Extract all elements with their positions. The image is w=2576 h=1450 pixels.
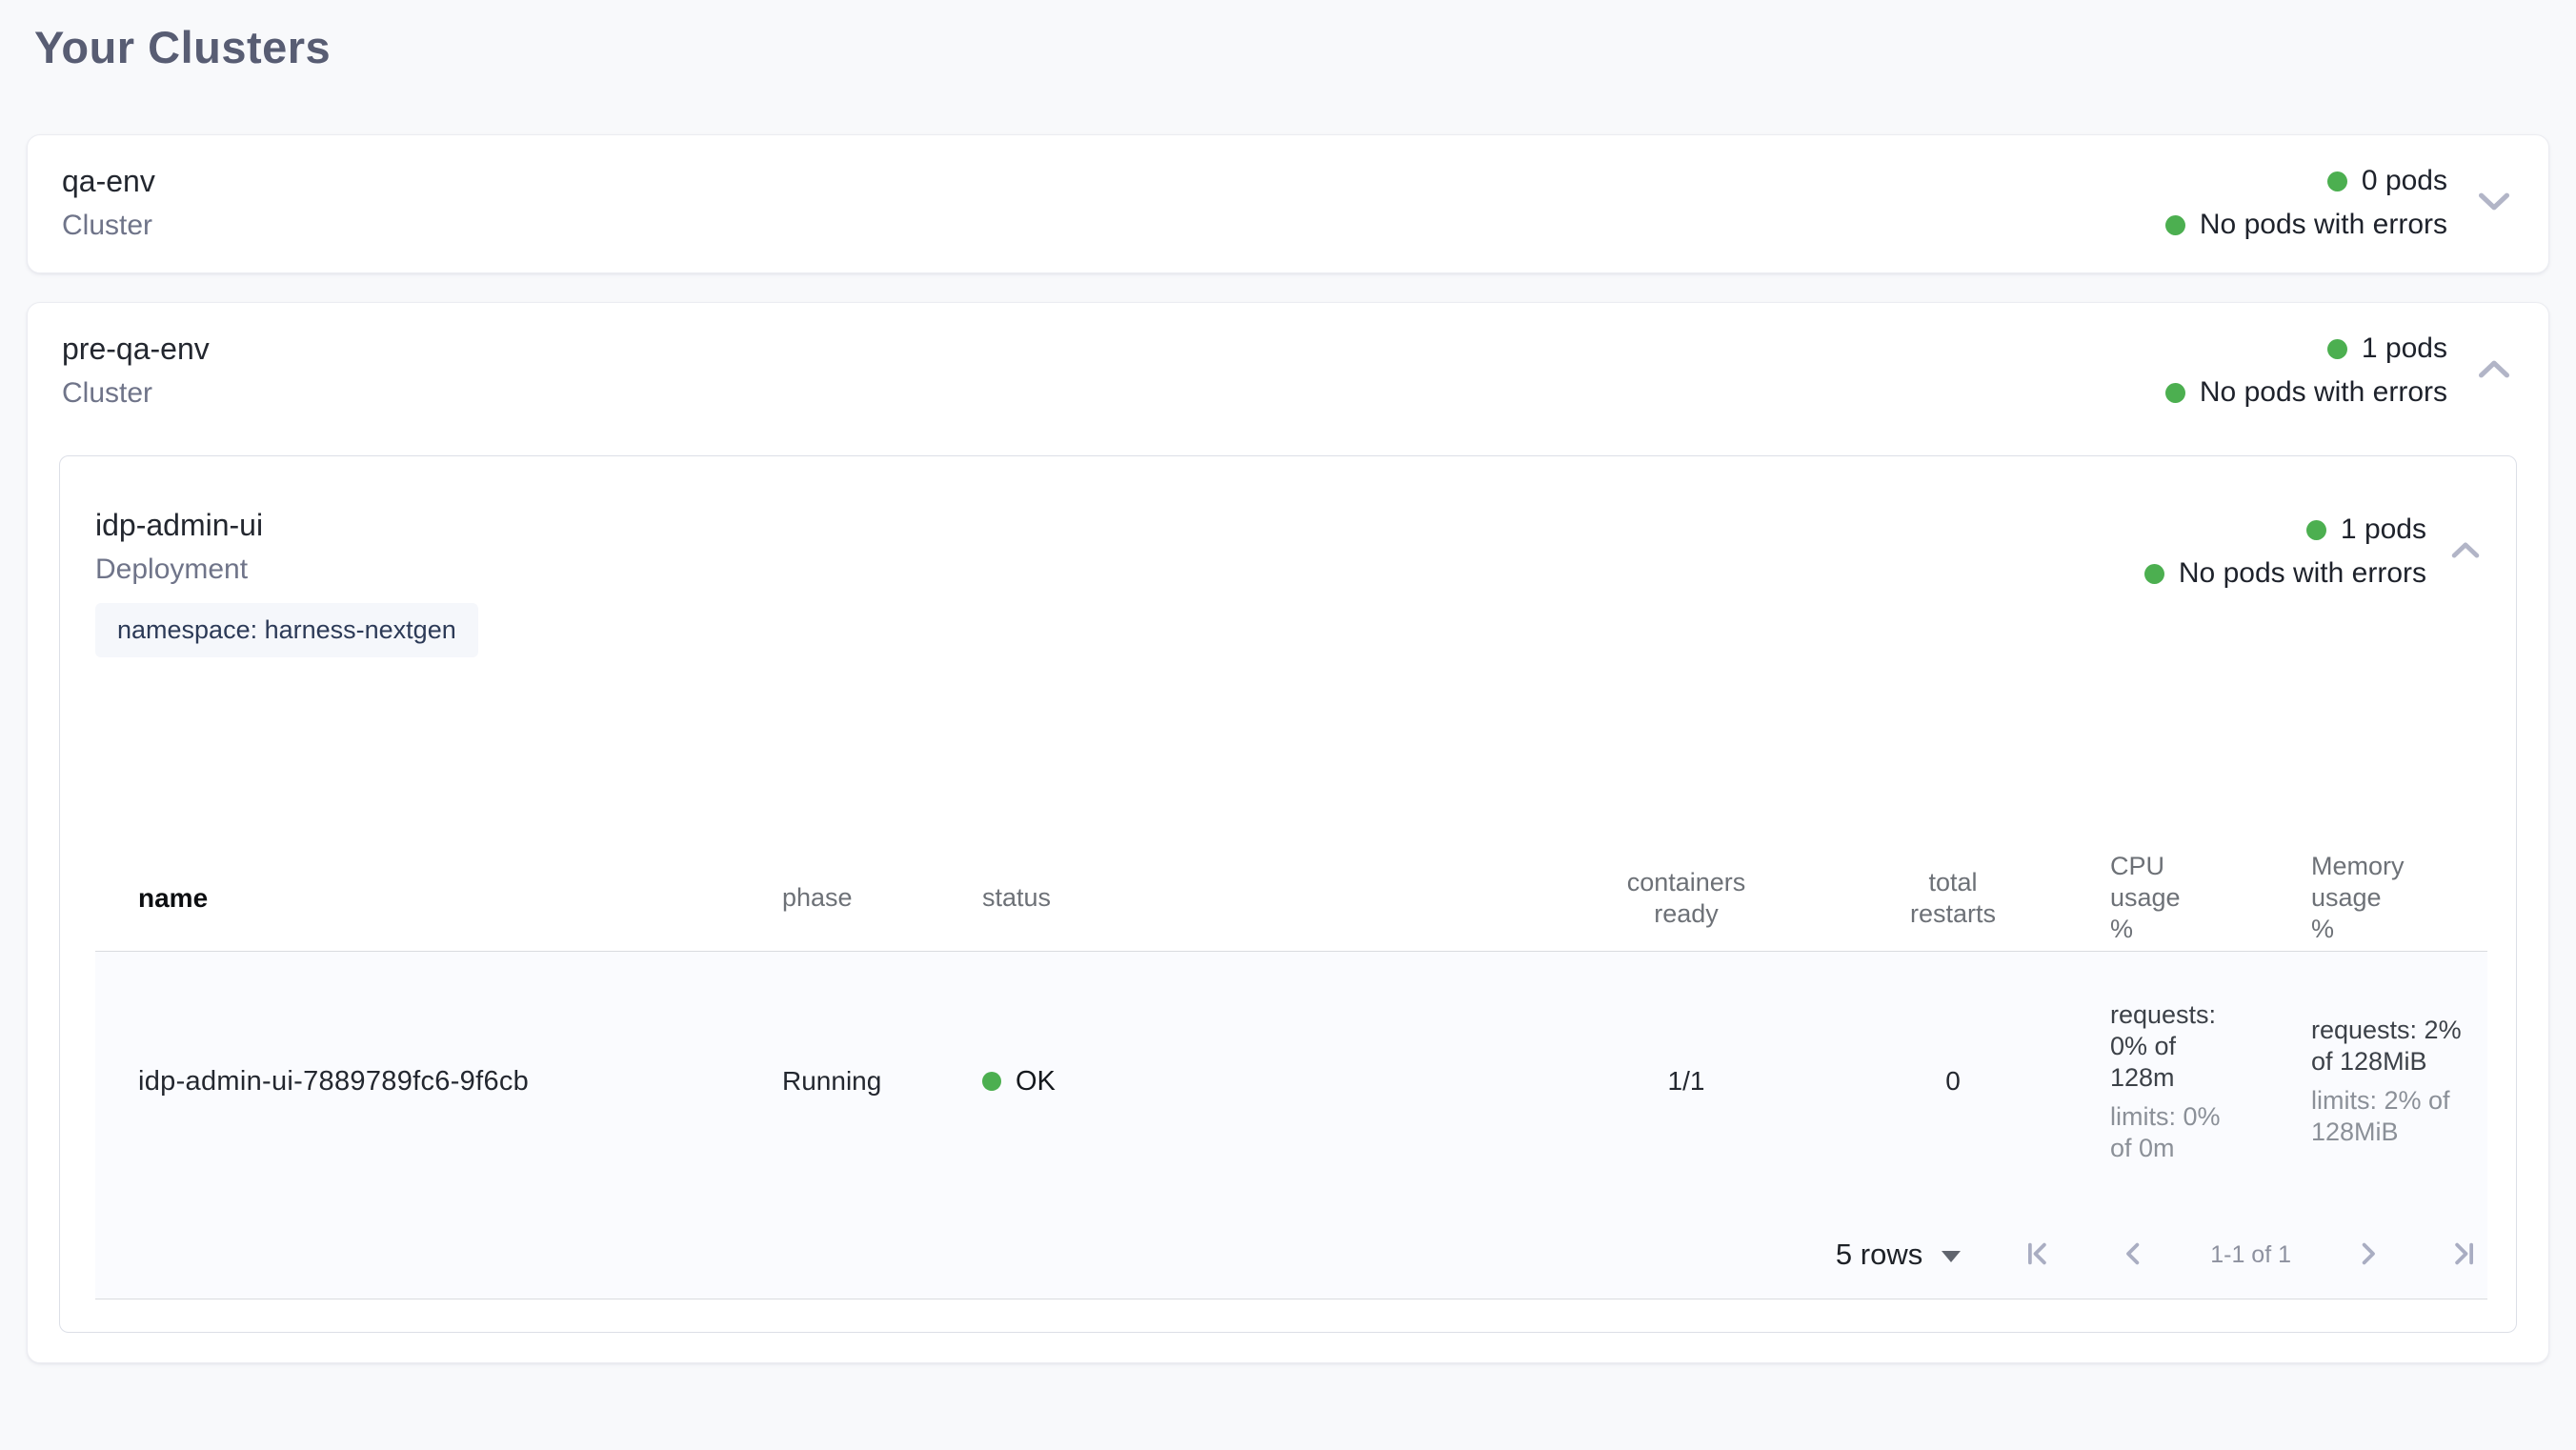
pods-errors-label: No pods with errors [2200,209,2447,241]
column-header-cpu-usage: CPU usage % [2101,851,2302,945]
cluster-titles: pre-qa-env Cluster [62,330,210,412]
cluster-status-area: 1 pods No pods with errors [2165,332,2518,409]
deployment-header: idp-admin-ui Deployment namespace: harne… [95,506,2487,657]
column-header-name: name [95,882,776,914]
cluster-titles: qa-env Cluster [62,162,155,244]
first-page-icon [2023,1239,2052,1271]
last-page-button[interactable] [2445,1236,2482,1275]
pods-errors-line: No pods with errors [2165,376,2447,409]
expand-cluster-button[interactable] [2470,184,2518,222]
green-status-dot [2306,520,2326,540]
namespace-badge: namespace: harness-nextgen [95,603,478,657]
memory-limits-value: limits: 2% of 128MiB [2311,1085,2468,1148]
clusters-page: Your Clusters qa-env Cluster 0 pods No p… [0,0,2576,1363]
chevron-down-icon [2478,191,2510,214]
rows-per-page-select[interactable]: 5 rows [1836,1238,1961,1272]
column-header-status: status [972,882,1567,914]
chevron-right-icon [2354,1239,2383,1271]
pods-errors-line: No pods with errors [2165,209,2447,241]
collapse-deployment-button[interactable] [2444,534,2487,570]
pods-status: 1 pods No pods with errors [2144,514,2426,590]
pods-table-body: idp-admin-ui-7889789fc6-9f6cb Running OK… [95,951,2487,1299]
deployment-titles: idp-admin-ui Deployment namespace: harne… [95,506,478,657]
green-status-dot [2165,383,2185,403]
column-header-total-restarts: total restarts [1901,867,2005,930]
table-row[interactable]: idp-admin-ui-7889789fc6-9f6cb Running OK… [95,952,2487,1211]
column-header-memory-usage: Memory usage % [2302,851,2487,945]
deployment-status-area: 1 pods No pods with errors [2144,514,2487,590]
pods-table: name phase status containers ready total… [95,851,2487,1299]
pods-status: 0 pods No pods with errors [2165,165,2447,241]
rows-per-page-value: 5 rows [1836,1238,1922,1272]
memory-usage-cell: requests: 2% of 128MiB limits: 2% of 128… [2302,1015,2487,1148]
green-status-dot [982,1072,1001,1091]
cpu-usage-cell: requests: 0% of 128m limits: 0% of 0m [2101,999,2302,1164]
deployment-card: idp-admin-ui Deployment namespace: harne… [59,455,2517,1333]
cluster-kind-label: Cluster [62,208,155,244]
table-pagination: 5 rows [95,1211,2487,1299]
pagination-range-label: 1-1 of 1 [2210,1241,2291,1269]
deployment-kind-label: Deployment [95,552,478,588]
cpu-limits-value: limits: 0% of 0m [2110,1101,2239,1164]
memory-requests-value: requests: 2% of 128MiB [2311,1015,2468,1077]
page-title: Your Clusters [34,21,2549,73]
pod-name-cell: idp-admin-ui-7889789fc6-9f6cb [95,1066,776,1098]
green-status-dot [2327,171,2347,191]
column-header-phase: phase [776,882,972,914]
pods-errors-line: No pods with errors [2144,557,2426,590]
cluster-card-header: qa-env Cluster 0 pods No pods with error… [28,135,2548,272]
chevron-up-icon [2451,541,2480,562]
collapse-cluster-button[interactable] [2470,352,2518,390]
pods-count-label: 1 pods [2341,514,2426,546]
next-page-button[interactable] [2350,1236,2386,1275]
chevron-left-icon [2119,1239,2147,1271]
cluster-card-body: idp-admin-ui Deployment namespace: harne… [28,440,2548,1362]
green-status-dot [2144,564,2164,584]
cluster-card-header: pre-qa-env Cluster 1 pods No pods with e… [28,303,2548,440]
deployment-name: idp-admin-ui [95,506,478,544]
cluster-card-qa-env: qa-env Cluster 0 pods No pods with error… [27,134,2549,273]
column-header-containers-ready: containers ready [1620,867,1753,930]
cpu-requests-value: requests: 0% of 128m [2110,999,2239,1094]
cluster-status-area: 0 pods No pods with errors [2165,165,2518,241]
green-status-dot [2327,339,2347,359]
pods-errors-label: No pods with errors [2200,376,2447,409]
cluster-kind-label: Cluster [62,375,210,412]
cluster-name: qa-env [62,162,155,200]
pods-count-line: 1 pods [2306,514,2426,546]
dropdown-caret-icon [1942,1251,1961,1262]
pod-phase-cell: Running [776,1066,972,1097]
chevron-up-icon [2478,359,2510,382]
last-page-icon [2449,1239,2478,1271]
cluster-card-pre-qa-env: pre-qa-env Cluster 1 pods No pods with e… [27,302,2549,1363]
pods-status: 1 pods No pods with errors [2165,332,2447,409]
containers-ready-cell: 1/1 [1668,1066,1705,1097]
cluster-name: pre-qa-env [62,330,210,368]
total-restarts-cell: 0 [1945,1066,1961,1097]
pods-count-label: 0 pods [2362,165,2447,197]
pods-table-header-row: name phase status containers ready total… [95,851,2487,951]
pods-count-line: 0 pods [2327,165,2447,197]
pods-errors-label: No pods with errors [2179,557,2426,590]
pod-status-cell: OK [972,1066,1567,1098]
green-status-dot [2165,215,2185,235]
first-page-button[interactable] [2020,1236,2056,1275]
pods-count-line: 1 pods [2327,332,2447,365]
previous-page-button[interactable] [2115,1236,2151,1275]
pod-status-label: OK [1016,1066,1056,1098]
pods-count-label: 1 pods [2362,332,2447,365]
